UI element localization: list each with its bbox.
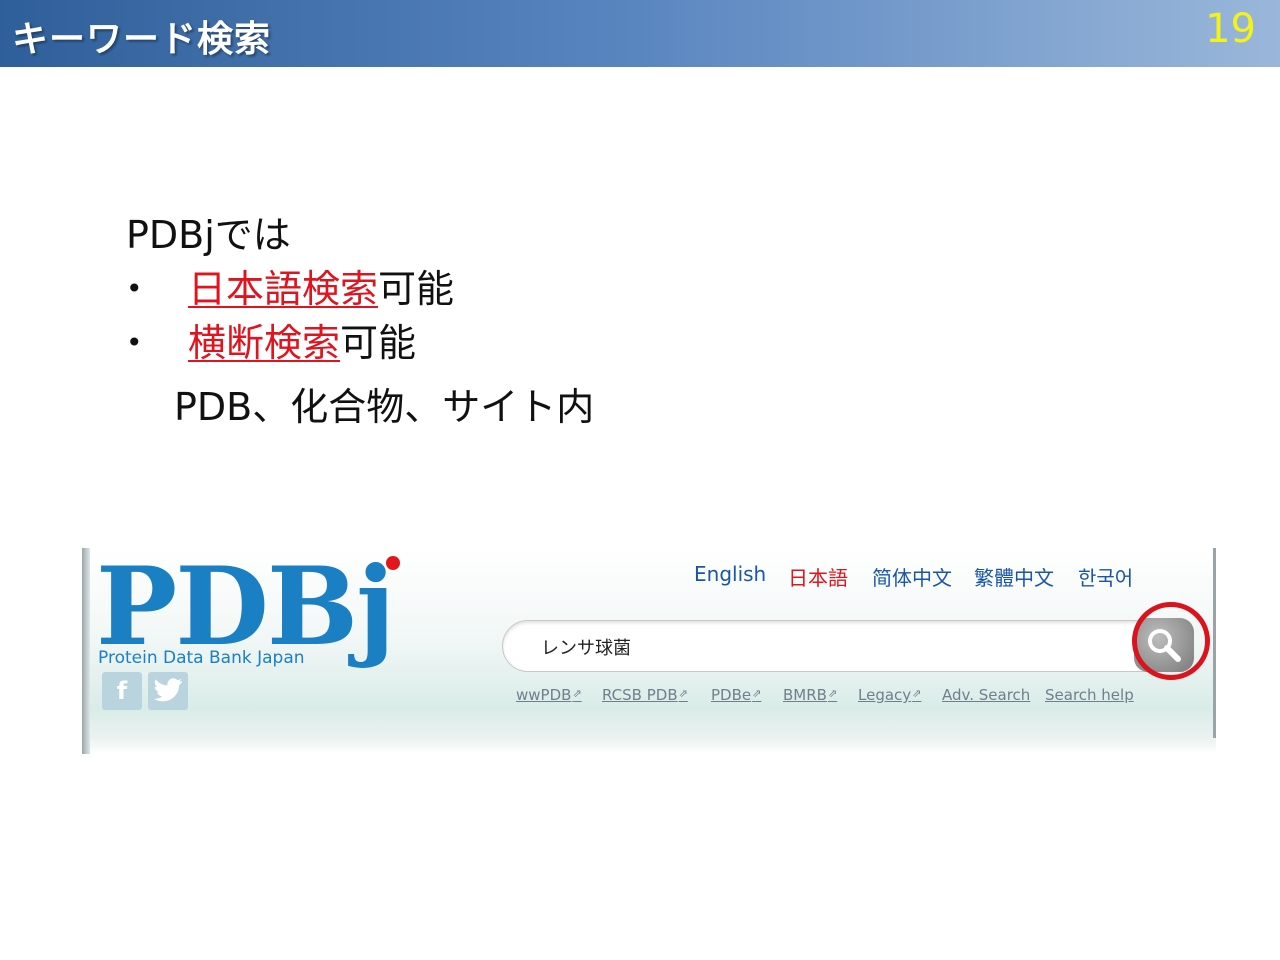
lang-japanese[interactable]: 日本語 <box>788 562 848 591</box>
link-pdbe[interactable]: PDBe⇗ <box>711 686 761 704</box>
slide-title: キーワード検索 <box>12 19 272 60</box>
bullet-rest: 可能 <box>340 321 417 365</box>
link-label[interactable]: BMRB <box>783 686 827 704</box>
logo-dot <box>386 556 400 570</box>
link-wwpdb[interactable]: wwPDB⇗ <box>516 686 582 704</box>
lang-traditional-chinese[interactable]: 繁體中文 <box>974 562 1054 591</box>
external-link-icon: ⇗ <box>678 687 688 700</box>
pdbj-header-screenshot: PDBj Protein Data Bank Japan f English 日… <box>82 548 1216 754</box>
bullet-japanese-search: • 日本語検索可能 <box>126 262 594 316</box>
facebook-icon[interactable]: f <box>102 672 142 710</box>
sub-note: PDB、化合物、サイト内 <box>174 385 595 429</box>
external-link-icon: ⇗ <box>572 687 582 700</box>
logo-subtitle: Protein Data Bank Japan <box>98 648 305 668</box>
link-legacy[interactable]: Legacy⇗ <box>858 686 921 704</box>
slide-body: PDBjでは • 日本語検索可能 • 横断検索可能 PDB、化合物、サイト内 <box>126 208 594 434</box>
bullet-rest: 可能 <box>378 267 455 311</box>
link-label[interactable]: wwPDB <box>516 686 571 704</box>
intro-line: PDBjでは <box>126 213 291 257</box>
search-input[interactable]: レンサ球菌 <box>502 620 1184 672</box>
lang-simplified-chinese[interactable]: 简体中文 <box>872 562 952 591</box>
highlight-ring <box>1132 602 1210 680</box>
link-label[interactable]: RCSB PDB <box>602 686 678 704</box>
search-input-value[interactable]: レンサ球菌 <box>541 634 631 660</box>
slide-number: 19 <box>1205 6 1256 52</box>
highlight-japanese-search: 日本語検索 <box>188 267 379 311</box>
external-link-icon: ⇗ <box>752 687 762 700</box>
link-search-help[interactable]: Search help <box>1045 686 1134 704</box>
external-link-icon: ⇗ <box>827 687 838 700</box>
highlight-cross-search: 横断検索 <box>188 321 341 365</box>
bullet-marker: • <box>126 272 143 305</box>
screenshot-edge <box>1213 548 1216 738</box>
lang-english[interactable]: English <box>694 562 766 586</box>
lang-korean[interactable]: 한국어 <box>1078 562 1133 591</box>
link-adv-search[interactable]: Adv. Search <box>942 686 1030 704</box>
bullet-marker: • <box>126 326 143 359</box>
link-bmrb[interactable]: BMRB⇗ <box>783 686 837 704</box>
link-rcsb-pdb[interactable]: RCSB PDB⇗ <box>602 686 688 704</box>
slide-title-bar: キーワード検索 19 <box>0 0 1280 67</box>
screenshot-edge <box>82 548 90 754</box>
bullet-cross-search: • 横断検索可能 <box>126 316 594 370</box>
twitter-icon[interactable] <box>148 672 188 710</box>
link-label[interactable]: PDBe <box>711 686 751 704</box>
external-link-icon: ⇗ <box>912 687 922 700</box>
link-label[interactable]: Legacy <box>858 686 911 704</box>
